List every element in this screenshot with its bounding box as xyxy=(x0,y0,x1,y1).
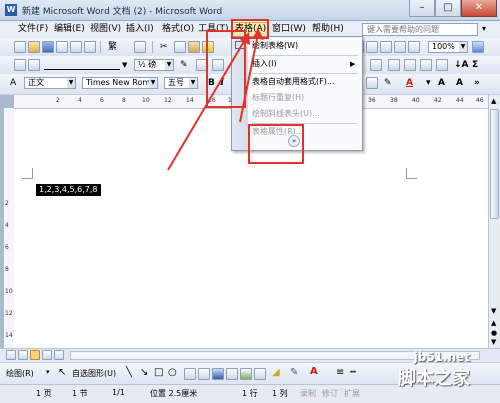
watermark-text: 脚本之家 xyxy=(398,368,470,389)
watermark-url: jb51.net xyxy=(413,350,470,364)
normal-view-icon[interactable] xyxy=(6,350,16,360)
select-objects-icon[interactable]: ↖ xyxy=(58,367,66,378)
status-position: 位置 2.5厘米 xyxy=(150,389,198,398)
annotation-arrowhead-1 xyxy=(253,28,264,40)
diagram-icon[interactable] xyxy=(226,368,238,380)
drawing-font-color-icon[interactable]: A xyxy=(310,366,318,377)
annotation-arrow-2 xyxy=(167,37,247,171)
status-record[interactable]: 录制 xyxy=(300,388,316,399)
vertical-text-box-icon[interactable] xyxy=(198,368,210,380)
status-extend[interactable]: 扩展 xyxy=(344,388,360,399)
oval-icon[interactable]: ○ xyxy=(168,367,177,378)
status-line: 1 行 xyxy=(242,389,258,398)
status-track-changes[interactable]: 修订 xyxy=(322,388,338,399)
status-column: 1 列 xyxy=(272,389,288,398)
status-page: 1 页 xyxy=(36,389,52,398)
picture-icon[interactable] xyxy=(254,368,266,380)
line-style-icon[interactable]: ≡ xyxy=(336,367,344,378)
dash-style-icon[interactable]: ┅ xyxy=(350,367,356,378)
clip-art-icon[interactable] xyxy=(240,368,252,380)
annotation-arrowhead-2 xyxy=(240,32,250,45)
web-view-icon[interactable] xyxy=(18,350,28,360)
print-view-icon[interactable] xyxy=(30,350,40,360)
wordart-icon[interactable] xyxy=(212,368,224,380)
rectangle-icon[interactable]: □ xyxy=(154,367,163,378)
draw-menu-button[interactable]: 绘图(R) xyxy=(6,368,34,379)
outline-view-icon[interactable] xyxy=(42,350,52,360)
line-color-icon[interactable]: ✎ xyxy=(290,367,298,378)
autoshapes-button[interactable]: 自选图形(U) xyxy=(72,368,116,379)
annotation-arrows xyxy=(167,28,264,171)
chevron-down-icon[interactable]: ▾ xyxy=(46,368,50,376)
arrow-icon[interactable]: ↘ xyxy=(140,367,148,378)
status-page-of: 1/1 xyxy=(112,388,125,397)
fill-color-icon[interactable]: ◢ xyxy=(272,367,280,378)
reading-view-icon[interactable] xyxy=(54,350,64,360)
status-section: 1 节 xyxy=(72,389,88,398)
line-icon[interactable]: ╲ xyxy=(126,367,132,378)
annotation-arrow-1 xyxy=(239,33,259,123)
watermark: jb51.net 脚本之家 xyxy=(398,350,470,390)
text-box-icon[interactable] xyxy=(184,368,196,380)
